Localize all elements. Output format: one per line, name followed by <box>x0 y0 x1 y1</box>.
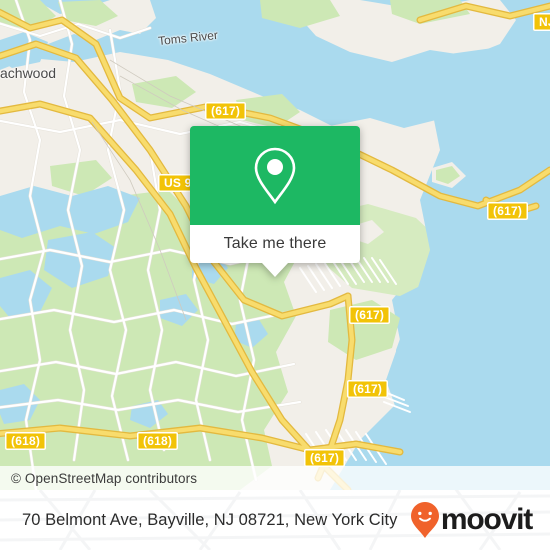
moovit-smiley-pin-icon <box>410 502 439 538</box>
location-popup-card[interactable]: Take me there <box>190 126 360 277</box>
attribution-text: © OpenStreetMap contributors <box>11 470 198 486</box>
road-shield: (617) <box>347 380 389 398</box>
footer-address: 70 Belmont Ave, Bayville, NJ 08721, New … <box>22 510 398 529</box>
moovit-wordmark: moovit <box>440 503 533 536</box>
popup-tail-icon <box>262 263 288 277</box>
map-attribution[interactable]: © OpenStreetMap contributors <box>0 466 550 490</box>
road-shield: (617) <box>349 306 391 324</box>
map-pin-icon <box>254 147 296 204</box>
moovit-logo[interactable]: moovit <box>410 501 533 539</box>
footer-bar: 70 Belmont Ave, Bayville, NJ 08721, New … <box>0 490 550 550</box>
road-shield: (618) <box>137 432 179 450</box>
road-shield: (617) <box>304 449 346 467</box>
popup-cta-label: Take me there <box>223 235 327 252</box>
moovit-map-screenshot: .land{fill:#f2efe9} .grn{fill:#cde8b5} .… <box>0 0 550 550</box>
popup-cta[interactable]: Take me there <box>190 225 360 277</box>
popup-icon-area <box>190 126 360 225</box>
map-canvas[interactable]: .land{fill:#f2efe9} .grn{fill:#cde8b5} .… <box>0 0 550 490</box>
road-shield: NJ 3 <box>533 13 550 31</box>
road-shield: (618) <box>5 432 47 450</box>
road-shield: (617) <box>487 202 529 220</box>
road-shield: (617) <box>205 102 247 120</box>
